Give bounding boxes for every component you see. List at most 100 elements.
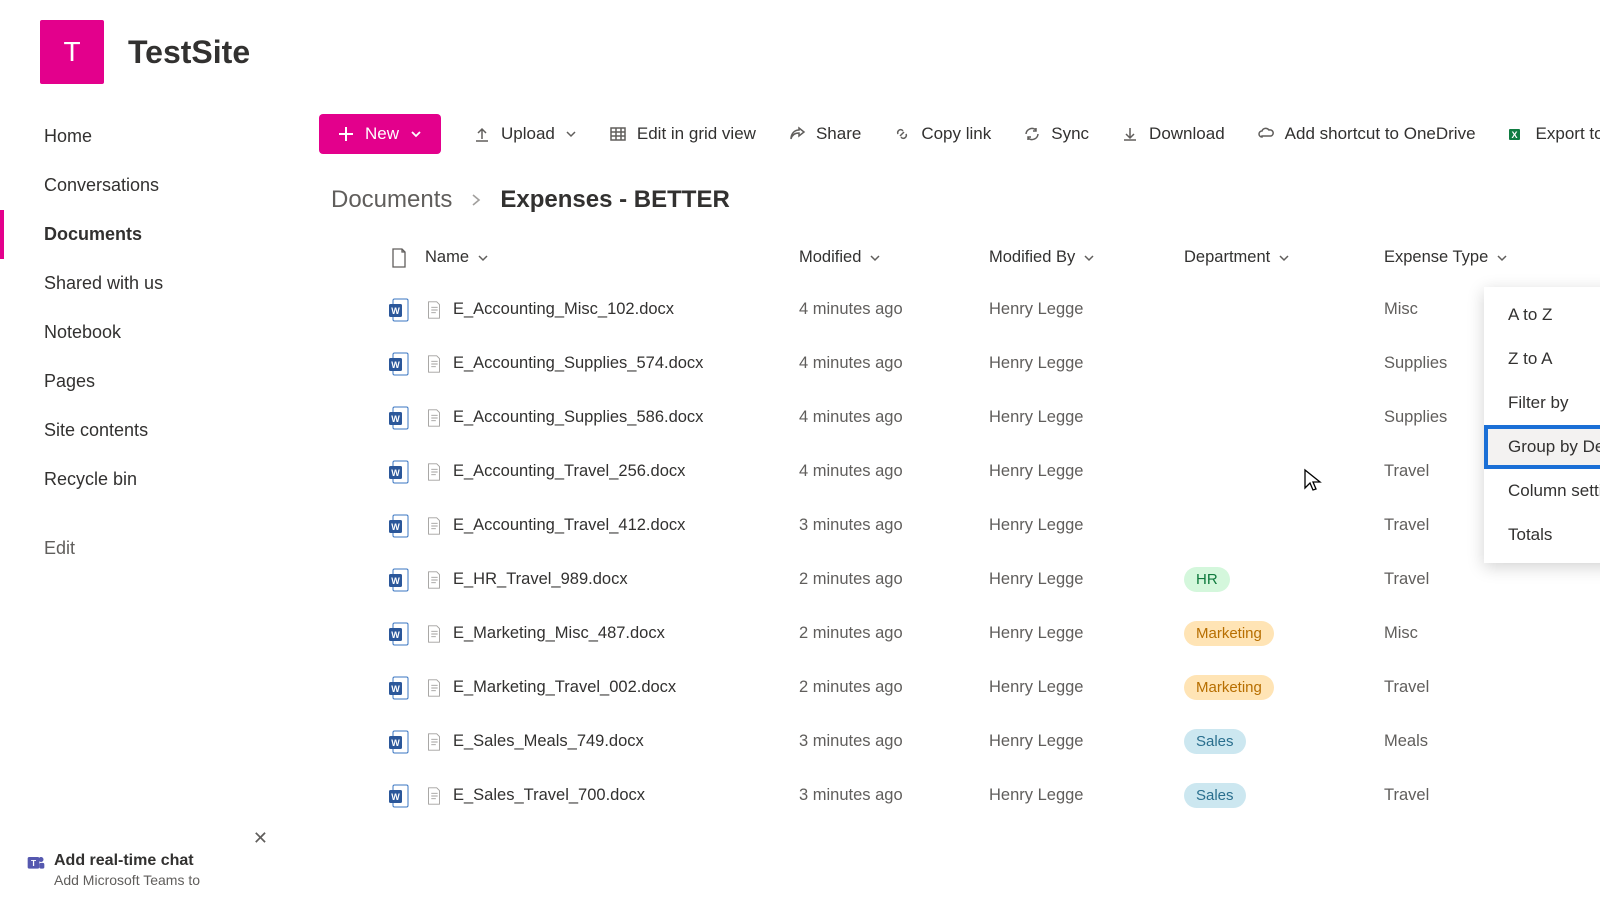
breadcrumb-root[interactable]: Documents — [331, 186, 452, 214]
modified-by-cell[interactable]: Henry Legge — [989, 732, 1184, 751]
sidebar-item-notebook[interactable]: Notebook — [0, 308, 290, 357]
column-modified-by[interactable]: Modified By — [989, 248, 1184, 267]
add-shortcut-button[interactable]: Add shortcut to OneDrive — [1243, 116, 1490, 152]
chevron-down-icon — [1496, 252, 1508, 264]
svg-text:W: W — [391, 306, 400, 316]
totals[interactable]: Totals› — [1484, 513, 1600, 557]
sidebar-item-documents[interactable]: Documents — [0, 210, 290, 259]
table-row[interactable]: WE_HR_Travel_989.docx2 minutes agoHenry … — [319, 552, 1572, 606]
file-type-icon[interactable] — [390, 247, 408, 269]
document-icon — [425, 300, 443, 320]
copy-link-button[interactable]: Copy link — [879, 116, 1005, 152]
modified-cell: 3 minutes ago — [799, 516, 989, 535]
group-by-department[interactable]: Group by Department — [1484, 425, 1600, 469]
modified-cell: 4 minutes ago — [799, 354, 989, 373]
word-icon: W — [388, 513, 410, 539]
svg-text:W: W — [391, 576, 400, 586]
sidebar-item-pages[interactable]: Pages — [0, 357, 290, 406]
site-logo[interactable]: T — [40, 20, 104, 84]
filter-by[interactable]: Filter by — [1484, 381, 1600, 425]
svg-text:W: W — [391, 414, 400, 424]
dept-tag: Sales — [1184, 783, 1246, 808]
new-button[interactable]: New — [319, 114, 441, 154]
file-name[interactable]: E_Accounting_Supplies_574.docx — [453, 354, 703, 373]
expense-cell: Travel — [1384, 678, 1544, 697]
close-icon[interactable]: ✕ — [249, 828, 272, 849]
modified-by-cell[interactable]: Henry Legge — [989, 516, 1184, 535]
dept-cell: Marketing — [1184, 621, 1384, 646]
chevron-down-icon — [1083, 252, 1095, 264]
download-button[interactable]: Download — [1107, 116, 1239, 152]
sidebar-item-shared-with-us[interactable]: Shared with us — [0, 259, 290, 308]
word-icon: W — [388, 567, 410, 593]
share-icon — [788, 125, 806, 143]
sort-a-to-z[interactable]: A to Z — [1484, 293, 1600, 337]
modified-by-cell[interactable]: Henry Legge — [989, 678, 1184, 697]
sidebar-item-conversations[interactable]: Conversations — [0, 161, 290, 210]
export-excel-button[interactable]: X Export to Ex — [1494, 116, 1600, 152]
sidebar-item-recycle-bin[interactable]: Recycle bin — [0, 455, 290, 504]
sidebar-nav: HomeConversationsDocumentsShared with us… — [0, 104, 290, 900]
table-row[interactable]: WE_Marketing_Travel_002.docx2 minutes ag… — [319, 660, 1572, 714]
column-expense-type[interactable]: Expense Type — [1384, 248, 1544, 267]
table-row[interactable]: WE_Marketing_Misc_487.docx2 minutes agoH… — [319, 606, 1572, 660]
modified-by-cell[interactable]: Henry Legge — [989, 570, 1184, 589]
file-name[interactable]: E_Accounting_Travel_412.docx — [453, 516, 685, 535]
upload-icon — [473, 125, 491, 143]
expense-cell: Misc — [1384, 624, 1544, 643]
chevron-down-icon — [1278, 252, 1290, 264]
column-name[interactable]: Name — [419, 248, 799, 267]
table-row[interactable]: W E_Accounting_Travel_412.docx 3 minutes a… — [319, 498, 1572, 552]
sort-z-to-a[interactable]: Z to A — [1484, 337, 1600, 381]
file-name[interactable]: E_Sales_Travel_700.docx — [453, 786, 645, 805]
table-row[interactable]: W E_Sales_Meals_749.docx 3 minutes agoHenr… — [319, 714, 1572, 768]
column-modified[interactable]: Modified — [799, 248, 989, 267]
dept-cell: Marketing — [1184, 675, 1384, 700]
sidebar-item-site-contents[interactable]: Site contents — [0, 406, 290, 455]
file-name[interactable]: E_Marketing_Misc_487.docx — [453, 624, 665, 643]
site-title[interactable]: TestSite — [128, 34, 250, 71]
modified-by-cell[interactable]: Henry Legge — [989, 462, 1184, 481]
upload-button[interactable]: Upload — [459, 116, 591, 152]
sidebar-item-home[interactable]: Home — [0, 112, 290, 161]
dept-cell: HR — [1184, 567, 1384, 592]
modified-cell: 3 minutes ago — [799, 732, 989, 751]
svg-text:W: W — [391, 738, 400, 748]
link-icon — [893, 125, 911, 143]
grid-icon — [609, 125, 627, 143]
chat-promo[interactable]: ✕ T Add real-time chat Add Microsoft Tea… — [8, 840, 282, 900]
main-content: New Upload Edit in grid view Share Copy … — [290, 104, 1600, 900]
plus-icon — [337, 125, 355, 143]
teams-icon: T — [26, 852, 46, 872]
file-name[interactable]: E_Sales_Meals_749.docx — [453, 732, 644, 751]
file-name[interactable]: E_Accounting_Misc_102.docx — [453, 300, 674, 319]
chevron-down-icon — [565, 128, 577, 140]
column-settings[interactable]: Column settings› — [1484, 469, 1600, 513]
file-name[interactable]: E_Accounting_Travel_256.docx — [453, 462, 685, 481]
edit-grid-button[interactable]: Edit in grid view — [595, 116, 770, 152]
modified-by-cell[interactable]: Henry Legge — [989, 408, 1184, 427]
file-name[interactable]: E_Accounting_Supplies_586.docx — [453, 408, 703, 427]
file-name[interactable]: E_HR_Travel_989.docx — [453, 570, 628, 589]
table-row[interactable]: WE_Accounting_Supplies_586.docx4 minutes… — [319, 390, 1572, 444]
svg-text:W: W — [391, 522, 400, 532]
sync-button[interactable]: Sync — [1009, 116, 1103, 152]
share-button[interactable]: Share — [774, 116, 875, 152]
chevron-down-icon — [869, 252, 881, 264]
modified-by-cell[interactable]: Henry Legge — [989, 354, 1184, 373]
table-row[interactable]: W E_Accounting_Misc_102.docx 4 minutes ago… — [319, 282, 1572, 336]
modified-cell: 4 minutes ago — [799, 300, 989, 319]
table-row[interactable]: WE_Accounting_Supplies_574.docx4 minutes… — [319, 336, 1572, 390]
svg-text:W: W — [391, 468, 400, 478]
table-row[interactable]: WE_Sales_Travel_700.docx3 minutes agoHen… — [319, 768, 1572, 822]
document-icon — [425, 624, 443, 644]
svg-text:X: X — [1511, 130, 1517, 140]
file-name[interactable]: E_Marketing_Travel_002.docx — [453, 678, 676, 697]
nav-edit[interactable]: Edit — [0, 524, 290, 573]
modified-by-cell[interactable]: Henry Legge — [989, 624, 1184, 643]
modified-by-cell[interactable]: Henry Legge — [989, 786, 1184, 805]
table-row[interactable]: WE_Accounting_Travel_256.docx4 minutes a… — [319, 444, 1572, 498]
modified-by-cell[interactable]: Henry Legge — [989, 300, 1184, 319]
column-department[interactable]: Department — [1184, 248, 1384, 267]
svg-text:T: T — [31, 858, 36, 868]
